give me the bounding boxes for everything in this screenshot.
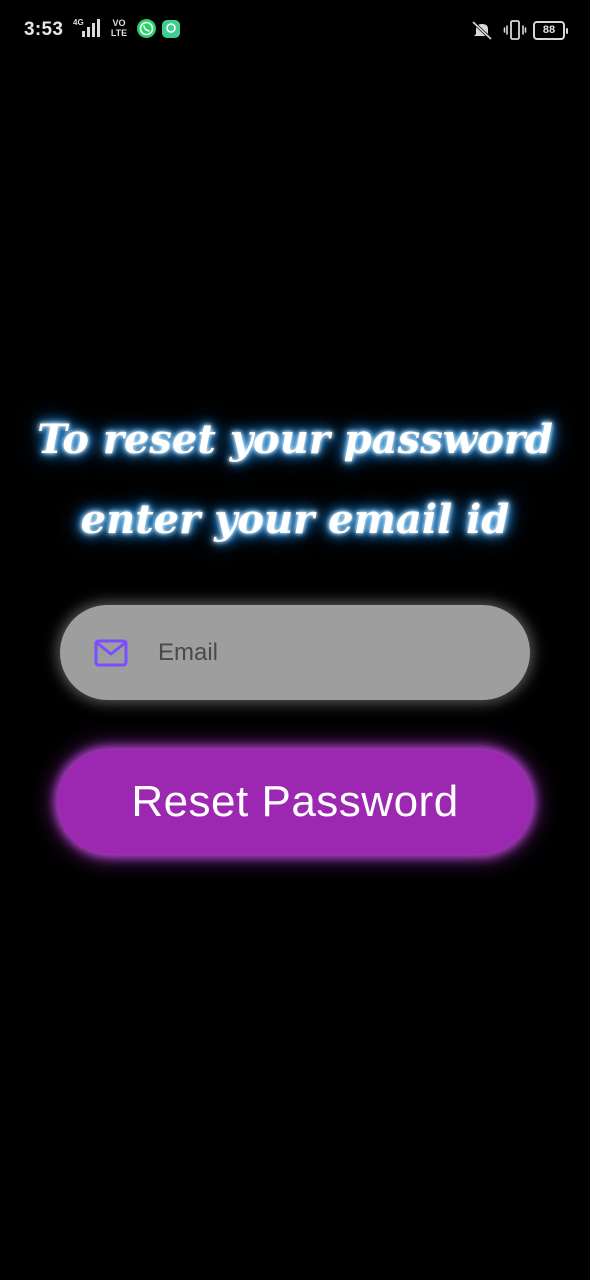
reset-instructions-heading: To reset your password enter your email … bbox=[30, 400, 560, 560]
vibrate-icon bbox=[503, 18, 527, 42]
mute-icon bbox=[470, 18, 494, 42]
status-time: 3:53 bbox=[24, 19, 64, 40]
email-input[interactable] bbox=[158, 605, 498, 700]
status-bar: 3:53 4G VO LTE 88 bbox=[0, 0, 590, 60]
reset-password-button[interactable]: Reset Password bbox=[58, 750, 532, 854]
signal-icon: 4G bbox=[73, 18, 103, 40]
email-field[interactable] bbox=[60, 605, 530, 700]
whatsapp-icon bbox=[137, 19, 156, 38]
volte-top-label: VO bbox=[112, 18, 126, 28]
battery-indicator: 88 bbox=[533, 21, 568, 40]
mail-icon bbox=[94, 639, 128, 667]
heading-line-2: enter your email id bbox=[80, 496, 510, 543]
heading-line-1: To reset your password bbox=[37, 416, 553, 463]
notification-app-icon bbox=[162, 20, 180, 38]
volte-icon: VO LTE bbox=[108, 18, 130, 42]
volte-bottom-label: LTE bbox=[110, 28, 128, 38]
